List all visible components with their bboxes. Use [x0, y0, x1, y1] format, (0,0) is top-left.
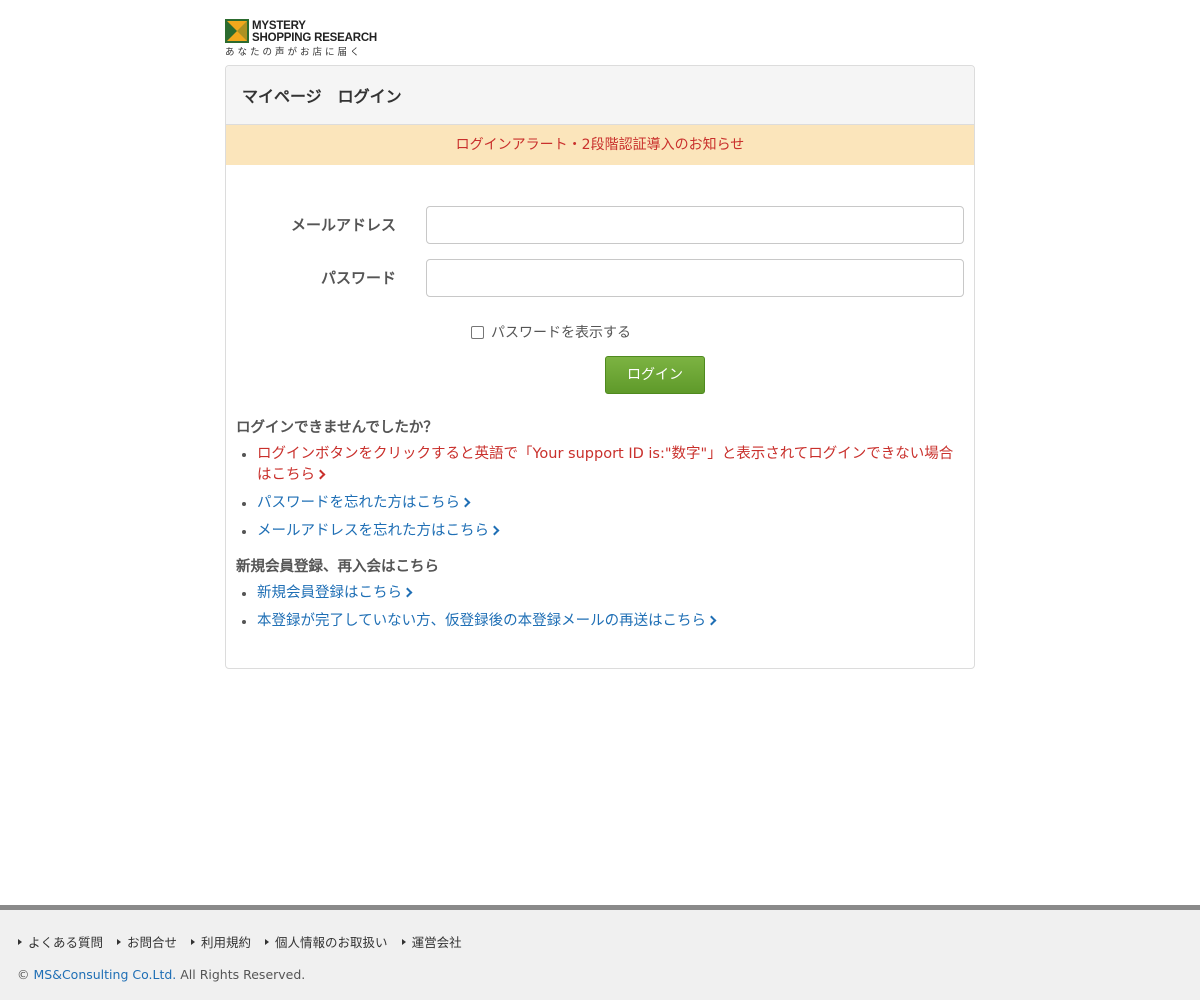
- resend-registration-text: 本登録が完了していない方、仮登録後の本登録メールの再送はこちら: [257, 613, 707, 629]
- chevron-right-icon: [315, 469, 326, 480]
- forgot-password-link[interactable]: パスワードを忘れた方はこちら: [236, 493, 961, 514]
- help-title: ログインできませんでしたか？: [236, 420, 438, 436]
- triangle-right-icon: [265, 938, 270, 945]
- footer-link-label: 個人情報のお取扱い: [275, 935, 388, 950]
- password-field[interactable]: [426, 259, 964, 297]
- footer-links: よくある質問 お問合せ 利用規約 個人情報のお取扱い 運営会社: [18, 932, 476, 951]
- footer-link-label: 運営会社: [411, 935, 462, 950]
- logo-text: MYSTERY SHOPPING RESEARCH: [252, 20, 377, 44]
- chevron-right-icon: [489, 525, 500, 536]
- chevron-right-icon: [402, 587, 413, 598]
- password-row: パスワード: [226, 259, 976, 297]
- password-label: パスワード: [320, 269, 396, 287]
- footer-link-company[interactable]: 運営会社: [401, 932, 462, 951]
- help-links: ログインボタンをクリックすると英語で「Your support ID is:"数…: [236, 444, 961, 549]
- email-label: メールアドレス: [290, 216, 396, 234]
- footer-link-label: よくある質問: [28, 935, 104, 950]
- logo-line-1: MYSTERY: [252, 20, 306, 32]
- login-button[interactable]: ログイン: [605, 356, 705, 394]
- email-row: メールアドレス: [226, 206, 976, 244]
- new-registration-link[interactable]: 新規会員登録はこちら: [236, 583, 961, 604]
- footer: よくある質問 お問合せ 利用規約 個人情報のお取扱い 運営会社 © MS&Con…: [0, 905, 1200, 1000]
- footer-link-contact[interactable]: お問合せ: [117, 932, 177, 951]
- show-password-checkbox[interactable]: [471, 325, 484, 339]
- login-alert-link[interactable]: ログインアラート・2段階認証導入のお知らせ: [456, 137, 745, 153]
- triangle-right-icon: [191, 938, 196, 945]
- footer-link-label: 利用規約: [201, 935, 252, 950]
- logo-icon: [225, 19, 249, 43]
- copyright: © MS&Consulting Co.Ltd. All Rights Reser…: [17, 967, 305, 982]
- login-panel: マイページ ログイン ログインアラート・2段階認証導入のお知らせ メールアドレス…: [225, 65, 975, 669]
- forgot-email-text: メールアドレスを忘れた方はこちら: [257, 523, 489, 539]
- forgot-password-text: パスワードを忘れた方はこちら: [257, 495, 460, 511]
- copyright-suffix: All Rights Reserved.: [176, 967, 306, 982]
- footer-link-faq[interactable]: よくある質問: [18, 932, 103, 951]
- logo-line-2: SHOPPING RESEARCH: [252, 32, 378, 44]
- footer-link-terms[interactable]: 利用規約: [191, 932, 251, 951]
- show-password-label: パスワードを表示する: [491, 325, 631, 341]
- support-id-help-text: ログインボタンをクリックすると英語で「Your support ID is:"数…: [257, 446, 954, 483]
- copyright-prefix: ©: [17, 967, 34, 982]
- chevron-right-icon: [460, 497, 471, 508]
- chevron-right-icon: [706, 615, 717, 626]
- page-title: マイページ ログイン: [226, 66, 974, 125]
- footer-link-label: お問合せ: [127, 935, 178, 950]
- triangle-right-icon: [117, 938, 122, 945]
- forgot-email-link[interactable]: メールアドレスを忘れた方はこちら: [236, 521, 961, 542]
- register-title: 新規会員登録、再入会はこちら: [236, 559, 439, 575]
- email-field[interactable]: [426, 206, 964, 244]
- triangle-right-icon: [401, 938, 406, 945]
- site-logo[interactable]: MYSTERY SHOPPING RESEARCH あなたの声がお店に届く: [225, 19, 385, 58]
- company-link[interactable]: MS&Consulting Co.Ltd.: [33, 967, 176, 982]
- support-id-help-link[interactable]: ログインボタンをクリックすると英語で「Your support ID is:"数…: [236, 444, 961, 486]
- resend-registration-link[interactable]: 本登録が完了していない方、仮登録後の本登録メールの再送はこちら: [236, 611, 961, 632]
- new-registration-text: 新規会員登録はこちら: [257, 585, 402, 601]
- register-links: 新規会員登録はこちら 本登録が完了していない方、仮登録後の本登録メールの再送はこ…: [236, 583, 961, 639]
- triangle-right-icon: [18, 938, 22, 945]
- logo-tagline: あなたの声がお店に届く: [225, 47, 363, 58]
- login-alert-banner: ログインアラート・2段階認証導入のお知らせ: [226, 125, 974, 165]
- show-password-toggle[interactable]: パスワードを表示する: [471, 322, 631, 342]
- footer-link-privacy[interactable]: 個人情報のお取扱い: [265, 932, 388, 951]
